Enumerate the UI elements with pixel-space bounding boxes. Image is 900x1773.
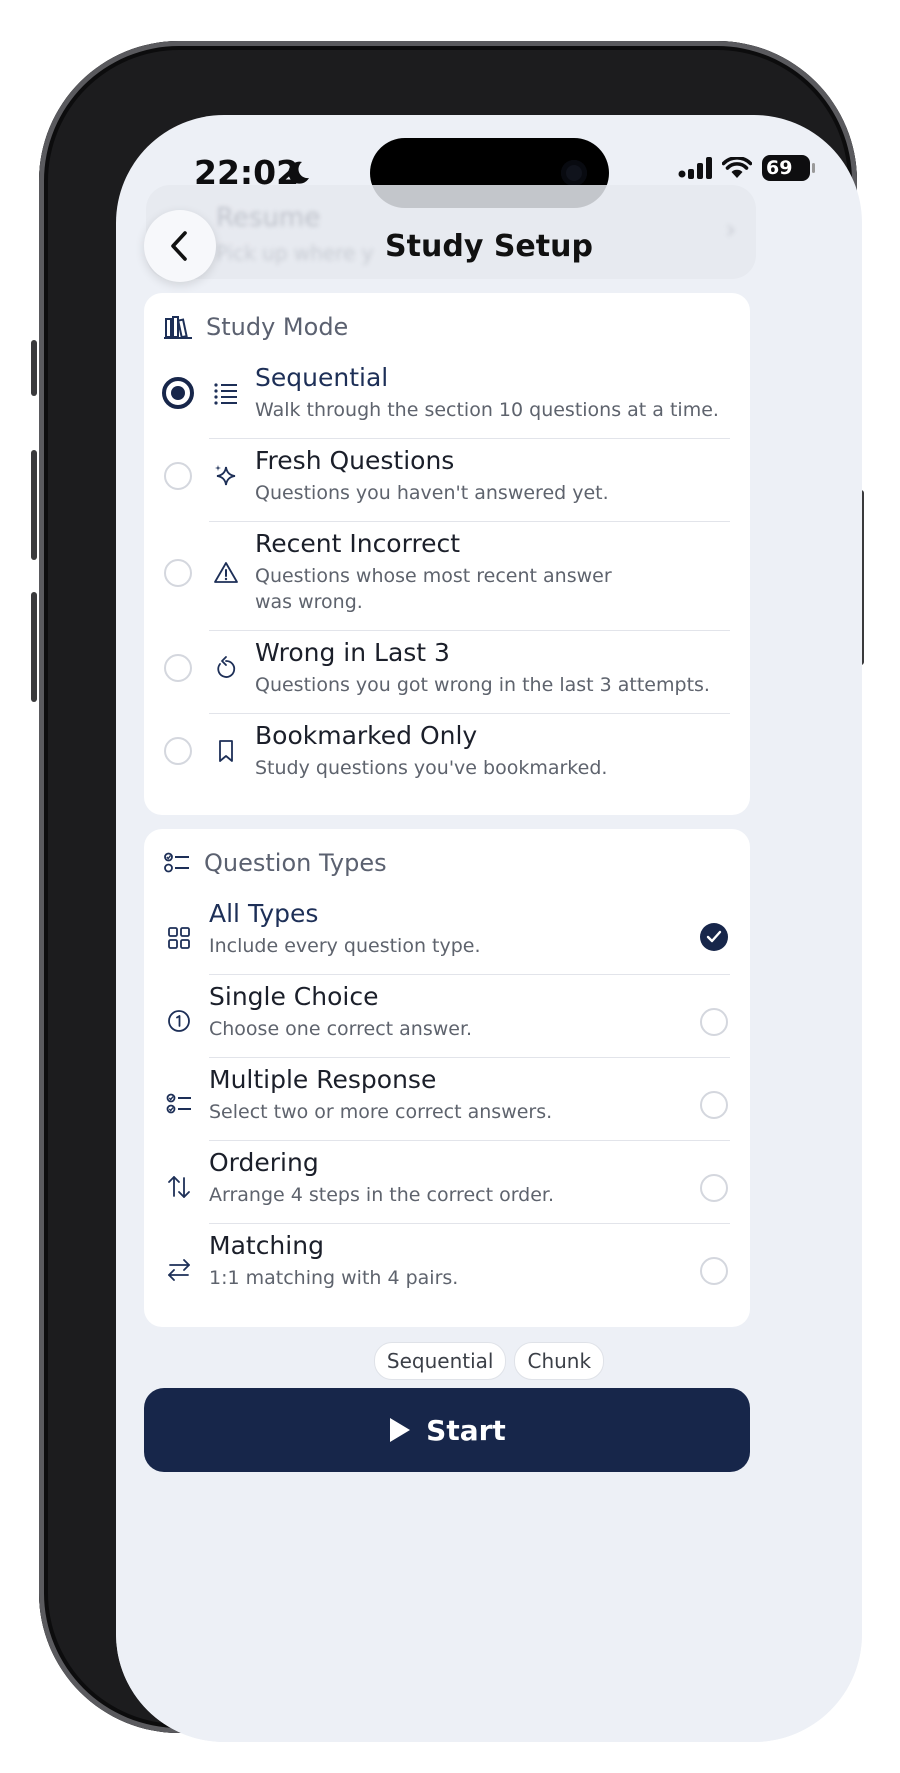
moon-icon <box>288 161 309 184</box>
mode-label: Bookmarked Only <box>255 721 478 750</box>
radio-unselected[interactable] <box>164 654 192 682</box>
mode-option-sequential[interactable]: Sequential Walk through the section 10 q… <box>144 363 750 443</box>
sparkle-icon <box>215 465 236 486</box>
type-option-single-choice[interactable]: Single Choice Choose one correct answer. <box>144 982 750 1062</box>
swap-arrows-icon <box>168 1259 190 1281</box>
type-label: Multiple Response <box>209 1065 437 1094</box>
cellular-signal-icon <box>678 157 712 179</box>
checkbox-unchecked[interactable] <box>700 1008 728 1036</box>
type-option-all-types[interactable]: All Types Include every question type. <box>144 899 750 979</box>
chip-mode: Sequential <box>373 1342 507 1380</box>
type-label: Single Choice <box>209 982 379 1011</box>
study-mode-card: Study Mode Sequential Walk through the s… <box>144 293 750 815</box>
phone-frame: 22:02 69 Resume Pick up where y › Study … <box>39 41 862 1742</box>
type-description: Arrange 4 steps in the correct order. <box>209 1184 555 1206</box>
divider <box>209 1223 730 1224</box>
study-mode-title: Study Mode <box>206 313 349 341</box>
chip-chunk: Chunk <box>514 1342 605 1380</box>
checkbox-unchecked[interactable] <box>700 1091 728 1119</box>
divider <box>209 630 730 631</box>
mode-description: Walk through the section 10 questions at… <box>255 399 719 421</box>
status-indicators: 69 <box>678 155 815 181</box>
type-option-matching[interactable]: Matching 1:1 matching with 4 pairs. <box>144 1231 750 1311</box>
mode-label: Recent Incorrect <box>255 529 461 558</box>
play-icon <box>390 1418 411 1442</box>
question-types-card: Question Types All Types Include every q… <box>144 829 750 1327</box>
start-label: Start <box>426 1413 506 1447</box>
checklist-icon <box>164 852 189 873</box>
question-types-title: Question Types <box>204 849 387 877</box>
radio-selected[interactable] <box>162 377 194 409</box>
type-description: 1:1 matching with 4 pairs. <box>209 1267 459 1289</box>
warning-icon <box>214 562 238 583</box>
divider <box>209 438 730 439</box>
bookmark-icon <box>219 740 233 762</box>
grid-icon <box>168 927 190 949</box>
type-label: Ordering <box>209 1148 319 1177</box>
type-description: Include every question type. <box>209 935 481 957</box>
divider <box>209 1057 730 1058</box>
start-button[interactable]: Start <box>144 1388 750 1472</box>
mode-label: Wrong in Last 3 <box>255 638 450 667</box>
type-label: Matching <box>209 1231 324 1260</box>
summary-chips: Sequential Chunk <box>116 1342 862 1380</box>
mode-description: Questions whose most recent answer was w… <box>255 565 612 613</box>
divider <box>209 974 730 975</box>
retry-icon <box>217 656 236 678</box>
type-option-ordering[interactable]: Ordering Arrange 4 steps in the correct … <box>144 1148 750 1228</box>
radio-unselected[interactable] <box>164 462 192 490</box>
checkmark-icon <box>706 930 722 943</box>
checklist-icon <box>166 1093 191 1114</box>
mode-label: Fresh Questions <box>255 446 455 475</box>
question-types-header: Question Types <box>164 849 387 877</box>
type-option-multiple-response[interactable]: Multiple Response Select two or more cor… <box>144 1065 750 1145</box>
wifi-icon <box>722 157 752 178</box>
list-icon <box>214 383 237 405</box>
radio-unselected[interactable] <box>164 737 192 765</box>
books-icon <box>164 316 192 339</box>
page-title: Study Setup <box>385 229 593 264</box>
type-description: Select two or more correct answers. <box>209 1101 553 1123</box>
mode-description: Questions you haven't answered yet. <box>255 482 609 504</box>
screen: 22:02 69 Resume Pick up where y › Study … <box>116 115 862 1742</box>
mode-option-wrong-in-last-3[interactable]: Wrong in Last 3 Questions you got wrong … <box>144 638 750 718</box>
mode-option-fresh-questions[interactable]: Fresh Questions Questions you haven't an… <box>144 446 750 526</box>
bottom-action-bar: Sequential Chunk Start <box>116 1328 862 1742</box>
divider <box>209 521 730 522</box>
number-one-icon <box>168 1010 190 1032</box>
mode-option-bookmarked-only[interactable]: Bookmarked Only Study questions you've b… <box>144 721 750 801</box>
mode-label: Sequential <box>255 363 389 392</box>
action-button[interactable] <box>31 340 37 396</box>
checkbox-unchecked[interactable] <box>700 1257 728 1285</box>
radio-unselected[interactable] <box>164 559 192 587</box>
volume-up-button[interactable] <box>31 450 37 560</box>
mode-description: Questions you got wrong in the last 3 at… <box>255 674 710 696</box>
type-label: All Types <box>209 899 319 928</box>
checkbox-unchecked[interactable] <box>700 1174 728 1202</box>
sort-arrows-icon <box>168 1176 190 1198</box>
checkbox-checked[interactable] <box>700 923 728 951</box>
volume-down-button[interactable] <box>31 592 37 702</box>
type-description: Choose one correct answer. <box>209 1018 473 1040</box>
divider <box>209 713 730 714</box>
battery-indicator: 69 <box>762 155 815 181</box>
study-mode-header: Study Mode <box>164 313 348 341</box>
mode-description: Study questions you've bookmarked. <box>255 757 608 779</box>
mode-option-recent-incorrect[interactable]: Recent Incorrect Questions whose most re… <box>144 529 750 635</box>
divider <box>209 1140 730 1141</box>
